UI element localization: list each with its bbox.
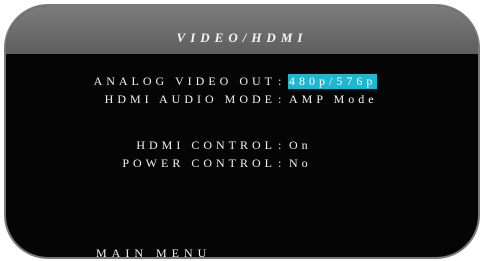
colon-separator: : — [278, 92, 286, 106]
setting-value-analog-video-out[interactable]: 480p/576p — [288, 74, 378, 89]
page-title: VIDEO/HDMI — [176, 30, 308, 45]
setting-value-hdmi-audio-mode[interactable]: AMP Mode — [288, 92, 379, 107]
setting-label-hdmi-control: HDMI CONTROL — [136, 138, 276, 152]
setting-label-power-control: POWER CONTROL — [122, 156, 276, 170]
setting-value-hdmi-control[interactable]: On — [288, 138, 313, 153]
setting-row-hdmi-control[interactable]: HDMI CONTROL — [6, 138, 276, 154]
setting-row-hdmi-audio-mode[interactable]: HDMI AUDIO MODE — [6, 92, 276, 108]
colon-separator: : — [278, 138, 286, 152]
setting-label-analog-video-out: ANALOG VIDEO OUT — [93, 74, 276, 88]
setting-row-power-control[interactable]: POWER CONTROL — [6, 156, 276, 172]
osd-screen: VIDEO/HDMI ANALOG VIDEO OUT : 480p/576p … — [4, 4, 480, 259]
main-menu-link[interactable]: MAIN MENU — [96, 246, 211, 257]
colon-separator: : — [278, 74, 286, 88]
setting-label-hdmi-audio-mode: HDMI AUDIO MODE — [104, 92, 276, 106]
colon-separator: : — [278, 156, 286, 170]
setting-value-power-control[interactable]: No — [288, 156, 313, 171]
setting-row-analog-video-out[interactable]: ANALOG VIDEO OUT — [6, 74, 276, 90]
